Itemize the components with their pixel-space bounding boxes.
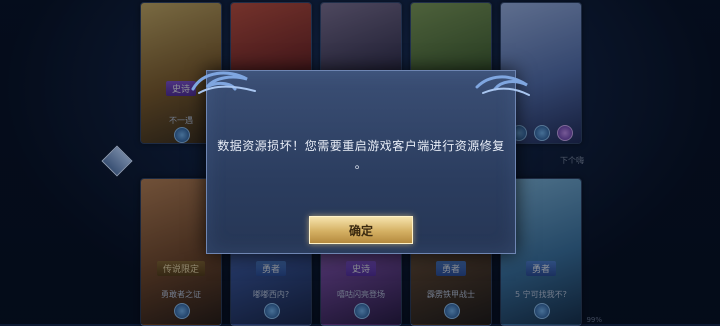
- confirm-button[interactable]: 确定: [309, 216, 413, 244]
- dialog-message-line-2: 。: [354, 157, 368, 171]
- dialog-message-line-1: 数据资源损坏！您需要重启游戏客户端进行资源修复: [217, 139, 505, 153]
- dialog-message: 数据资源损坏！您需要重启游戏客户端进行资源修复 。: [217, 137, 505, 173]
- cloud-swirl-icon: [191, 71, 256, 94]
- cloud-swirl-icon: [475, 75, 530, 96]
- error-dialog: 数据资源损坏！您需要重启游戏客户端进行资源修复 。 确定: [191, 70, 530, 254]
